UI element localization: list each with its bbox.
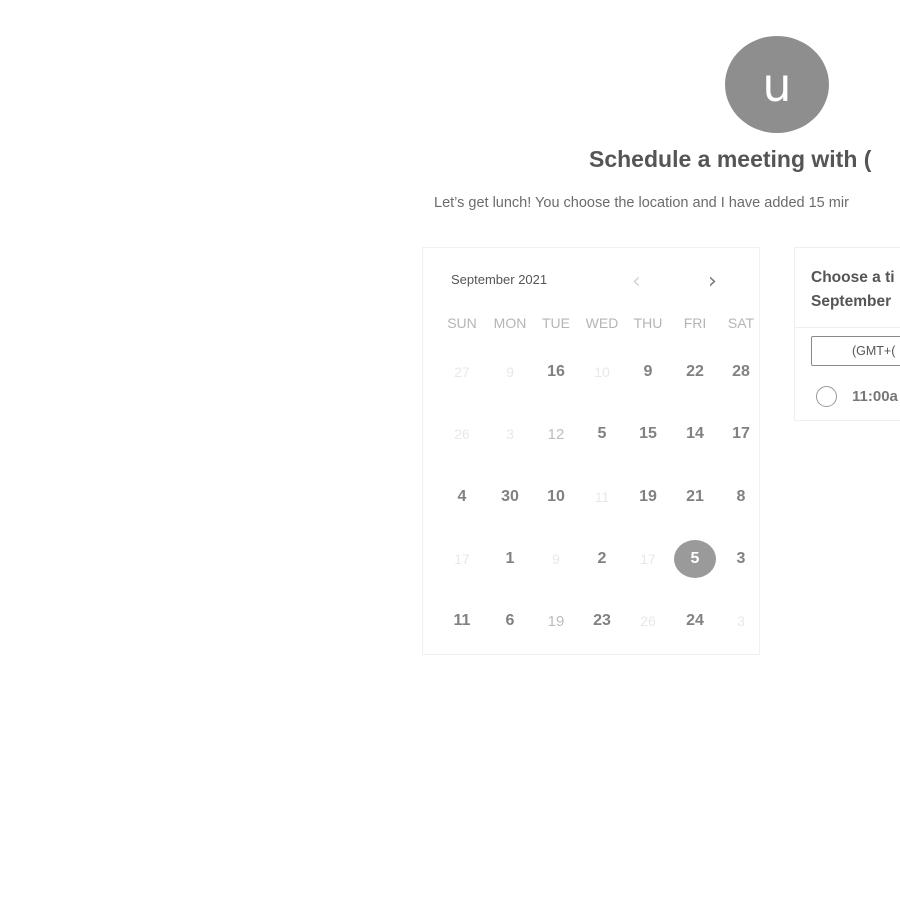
calendar-day[interactable]: 24 [674, 602, 716, 640]
weekday-header-sun: SUN [447, 315, 477, 331]
calendar-day[interactable]: 17 [720, 415, 762, 453]
calendar-day: 9 [506, 364, 514, 380]
time-picker-title: Choose a ti September [811, 266, 895, 314]
calendar-day[interactable]: 21 [674, 478, 716, 516]
calendar-day[interactable]: 23 [581, 602, 623, 640]
calendar-day[interactable]: 8 [720, 478, 762, 516]
calendar-day[interactable]: 16 [535, 353, 577, 391]
time-picker-title-line2: September [811, 293, 892, 310]
page-title: Schedule a meeting with ( [589, 146, 872, 172]
calendar-day: 9 [552, 551, 560, 567]
calendar-day[interactable]: 14 [674, 415, 716, 453]
calendar-day: 12 [547, 425, 565, 443]
month-label: September 2021 [451, 272, 548, 287]
calendar-day[interactable]: 30 [489, 478, 531, 516]
calendar-day[interactable]: 22 [674, 353, 716, 391]
calendar-day[interactable]: 3 [720, 540, 762, 578]
calendar-day[interactable]: 19 [627, 478, 669, 516]
timezone-select[interactable]: (GMT+( [811, 336, 900, 366]
weekday-header-thu: THU [633, 315, 663, 331]
time-picker-panel: Choose a ti September (GMT+( 11:00a [794, 247, 900, 421]
avatar: u [725, 36, 829, 133]
chevron-right-icon[interactable]: › [708, 270, 717, 294]
weekday-header-tue: TUE [542, 315, 570, 331]
calendar-day: 19 [547, 612, 565, 630]
calendar-day: 3 [506, 426, 514, 442]
calendar-day[interactable]: 6 [489, 602, 531, 640]
weekday-header-wed: WED [585, 315, 619, 331]
calendar-day: 17 [640, 551, 656, 567]
weekday-header-fri: FRI [683, 315, 707, 331]
calendar-day[interactable]: 1 [489, 540, 531, 578]
calendar-day: 11 [594, 489, 610, 505]
calendar-day[interactable]: 10 [535, 478, 577, 516]
calendar-day[interactable]: 4 [441, 478, 483, 516]
calendar-day[interactable]: 11 [441, 602, 483, 640]
calendar-day-selected[interactable]: 5 [674, 540, 716, 578]
divider [795, 327, 900, 328]
time-slot-label[interactable]: 11:00a [852, 388, 898, 405]
calendar: September 2021 ‹ › SUN MON TUE WED THU FRI SAT… [422, 247, 760, 655]
calendar-day: 26 [640, 613, 656, 629]
weekday-header-mon: MON [493, 315, 527, 331]
calendar-day: 3 [737, 613, 745, 629]
calendar-day: 27 [454, 364, 470, 380]
calendar-day[interactable]: 28 [720, 353, 762, 391]
calendar-day: 26 [454, 426, 470, 442]
calendar-day: 10 [594, 364, 610, 380]
calendar-day: 17 [454, 551, 470, 567]
weekday-header-sat: SAT [727, 315, 755, 331]
calendar-day[interactable]: 15 [627, 415, 669, 453]
time-slot-radio[interactable] [816, 386, 837, 407]
time-picker-title-line1: Choose a ti [811, 269, 895, 286]
calendar-day[interactable]: 5 [581, 415, 623, 453]
calendar-day[interactable]: 9 [627, 353, 669, 391]
event-description: Let’s get lunch! You choose the location… [434, 195, 849, 211]
calendar-day[interactable]: 2 [581, 540, 623, 578]
chevron-left-icon[interactable]: ‹ [632, 270, 641, 294]
